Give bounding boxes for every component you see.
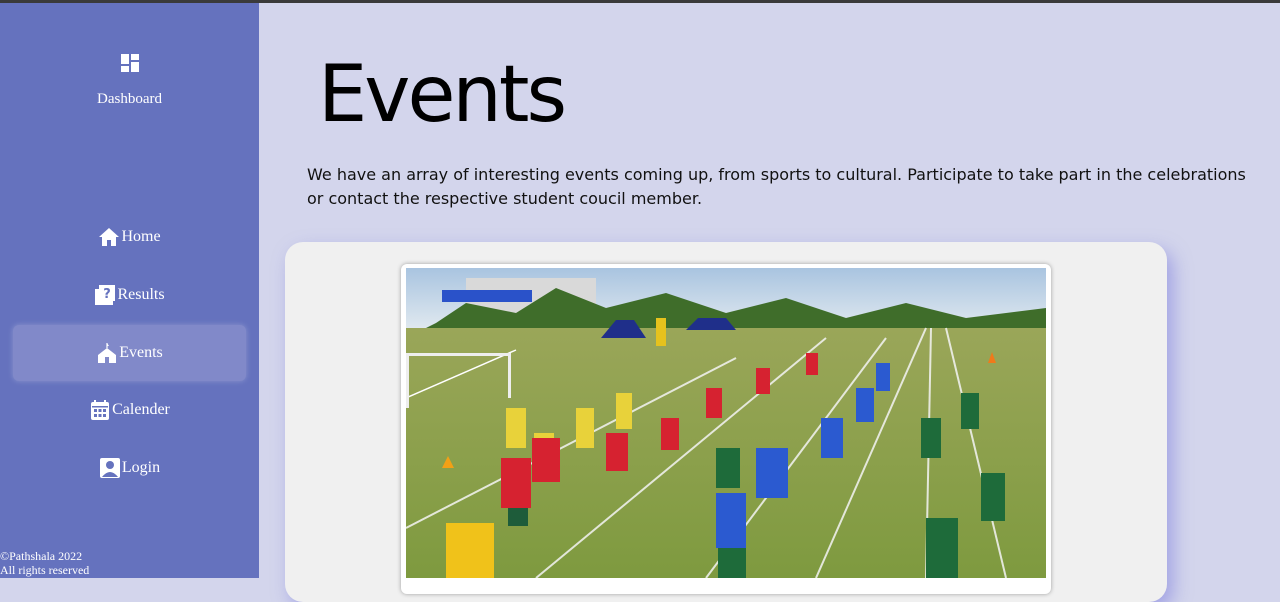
sidebar-item-home[interactable]: Home [13, 209, 246, 265]
svg-text:?: ? [104, 287, 112, 302]
sidebar-item-results[interactable]: ? Results [13, 267, 246, 323]
sidebar-item-events[interactable]: Events [13, 325, 246, 381]
results-icon: ? [95, 285, 116, 305]
sidebar-item-login[interactable]: Login [13, 440, 246, 496]
dashboard-header[interactable]: Dashboard [0, 53, 259, 108]
event-photo [406, 268, 1046, 578]
sidebar-item-label: Calender [112, 401, 170, 418]
sidebar: Dashboard Home ? Results Events Calender… [0, 3, 259, 578]
page-title: Events [318, 50, 567, 140]
sidebar-item-label: Login [121, 459, 161, 476]
events-icon [98, 343, 117, 363]
rights-text: All rights reserved [0, 563, 90, 577]
copyright-text: ©Pathshala 2022 [0, 549, 83, 563]
sidebar-item-label: Home [121, 228, 161, 245]
dashboard-label: Dashboard [97, 91, 162, 107]
dashboard-icon [120, 54, 139, 72]
intro-text: We have an array of interesting events c… [307, 165, 1246, 208]
sidebar-footer: ©Pathshala 2022 All rights reserved [0, 549, 89, 577]
sidebar-item-label: Events [119, 344, 163, 361]
sidebar-item-calender[interactable]: Calender [13, 382, 246, 438]
home-icon [99, 228, 120, 246]
user-icon [99, 458, 120, 478]
sidebar-item-label: Results [117, 286, 165, 303]
calendar-icon [91, 400, 110, 420]
